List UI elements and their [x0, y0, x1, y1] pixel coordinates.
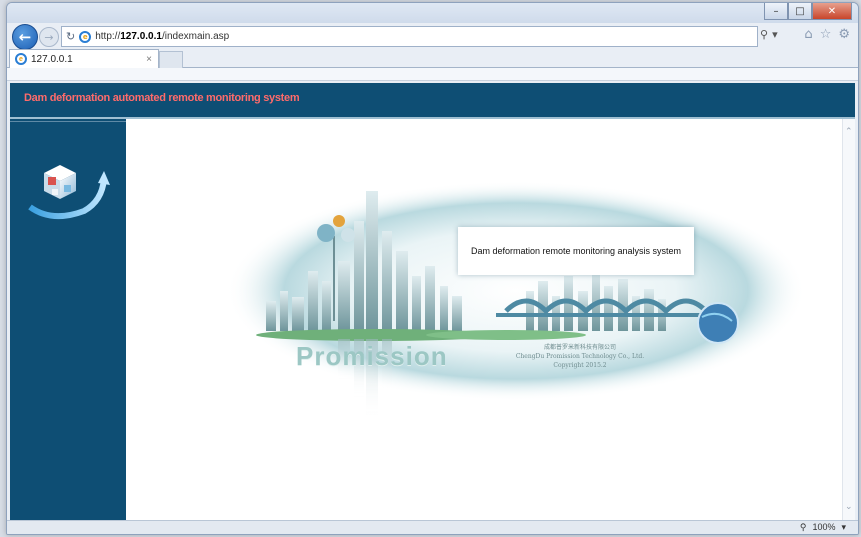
sidebar — [10, 119, 126, 520]
status-bar: ⚲ 100% ▾ — [7, 520, 858, 534]
dropdown-icon[interactable]: ▾ — [772, 28, 778, 41]
url-text[interactable]: http://127.0.0.1/indexmain.asp — [95, 31, 229, 42]
url-prefix: http:// — [95, 31, 121, 42]
main-area: Dam deformation remote monitoring analys… — [128, 119, 843, 520]
title-bar: – □ ✕ — [7, 3, 858, 23]
zoom-dropdown-icon[interactable]: ▾ — [841, 522, 846, 533]
app-header-title: Dam deformation automated remote monitor… — [24, 92, 300, 104]
tab-close-icon[interactable]: × — [146, 54, 152, 65]
navigation-bar: ← → ↻ e http://127.0.0.1/indexmain.asp ⚲… — [7, 23, 858, 50]
address-tools: ⚲ ▾ — [760, 28, 778, 41]
settings-gear-icon[interactable]: ⚙ — [838, 27, 850, 42]
command-bar — [7, 68, 858, 81]
system-message-text: Dam deformation remote monitoring analys… — [470, 246, 682, 256]
cube-logo-icon — [28, 165, 110, 220]
minimize-button[interactable]: – — [764, 3, 788, 20]
favorites-star-icon[interactable]: ☆ — [820, 27, 832, 42]
url-host: 127.0.0.1 — [120, 31, 162, 42]
vertical-scrollbar[interactable]: ⌃ ⌄ — [842, 119, 855, 520]
address-bar[interactable]: ↻ e http://127.0.0.1/indexmain.asp — [61, 26, 758, 47]
forward-arrow-icon[interactable]: → — [39, 27, 59, 47]
url-path: /indexmain.asp — [161, 31, 230, 42]
zoom-level: 100% — [812, 522, 836, 532]
tab-ie-icon: e — [15, 53, 27, 65]
city-banner-image — [226, 181, 806, 419]
sidebar-divider — [10, 121, 126, 122]
brand-name: Promission — [296, 341, 448, 371]
company-name-cn: 成都普罗米新科技有限公司 — [543, 344, 616, 351]
app-header: Dam deformation automated remote monitor… — [10, 83, 855, 119]
zoom-control[interactable]: ⚲ 100% ▾ — [800, 522, 846, 533]
scroll-down-icon[interactable]: ⌄ — [845, 502, 853, 512]
home-icon[interactable]: ⌂ — [804, 27, 812, 42]
page-content: Dam deformation automated remote monitor… — [10, 83, 855, 520]
back-arrow-icon[interactable]: ← — [12, 24, 38, 50]
maximize-button[interactable]: □ — [788, 3, 812, 20]
window-controls: – □ ✕ — [764, 3, 852, 20]
toolbar-icons: ⌂ ☆ ⚙ — [804, 27, 850, 42]
tab-title: 127.0.0.1 — [31, 53, 73, 65]
copyright-text: Copyright 2015.2 — [553, 362, 607, 369]
tab-127[interactable]: e 127.0.0.1 × — [9, 49, 159, 68]
system-message-box: Dam deformation remote monitoring analys… — [458, 227, 694, 275]
zoom-icon: ⚲ — [799, 522, 807, 532]
company-info: 成都普罗米新科技有限公司 ChengDu Promission Technolo… — [490, 343, 670, 370]
close-button[interactable]: ✕ — [812, 3, 852, 20]
browser-window: – □ ✕ ← → ↻ e http://127.0.0.1/indexmain… — [6, 2, 859, 535]
scroll-up-icon[interactable]: ⌃ — [845, 127, 853, 137]
ie-logo-icon: e — [79, 30, 92, 43]
refresh-icon[interactable]: ↻ — [66, 30, 75, 43]
tab-row: e 127.0.0.1 × — [7, 49, 858, 68]
company-name-en: ChengDu Promission Technology Co., Ltd. — [515, 353, 645, 360]
new-tab-button[interactable] — [159, 51, 183, 68]
search-icon[interactable]: ⚲ — [760, 28, 768, 41]
